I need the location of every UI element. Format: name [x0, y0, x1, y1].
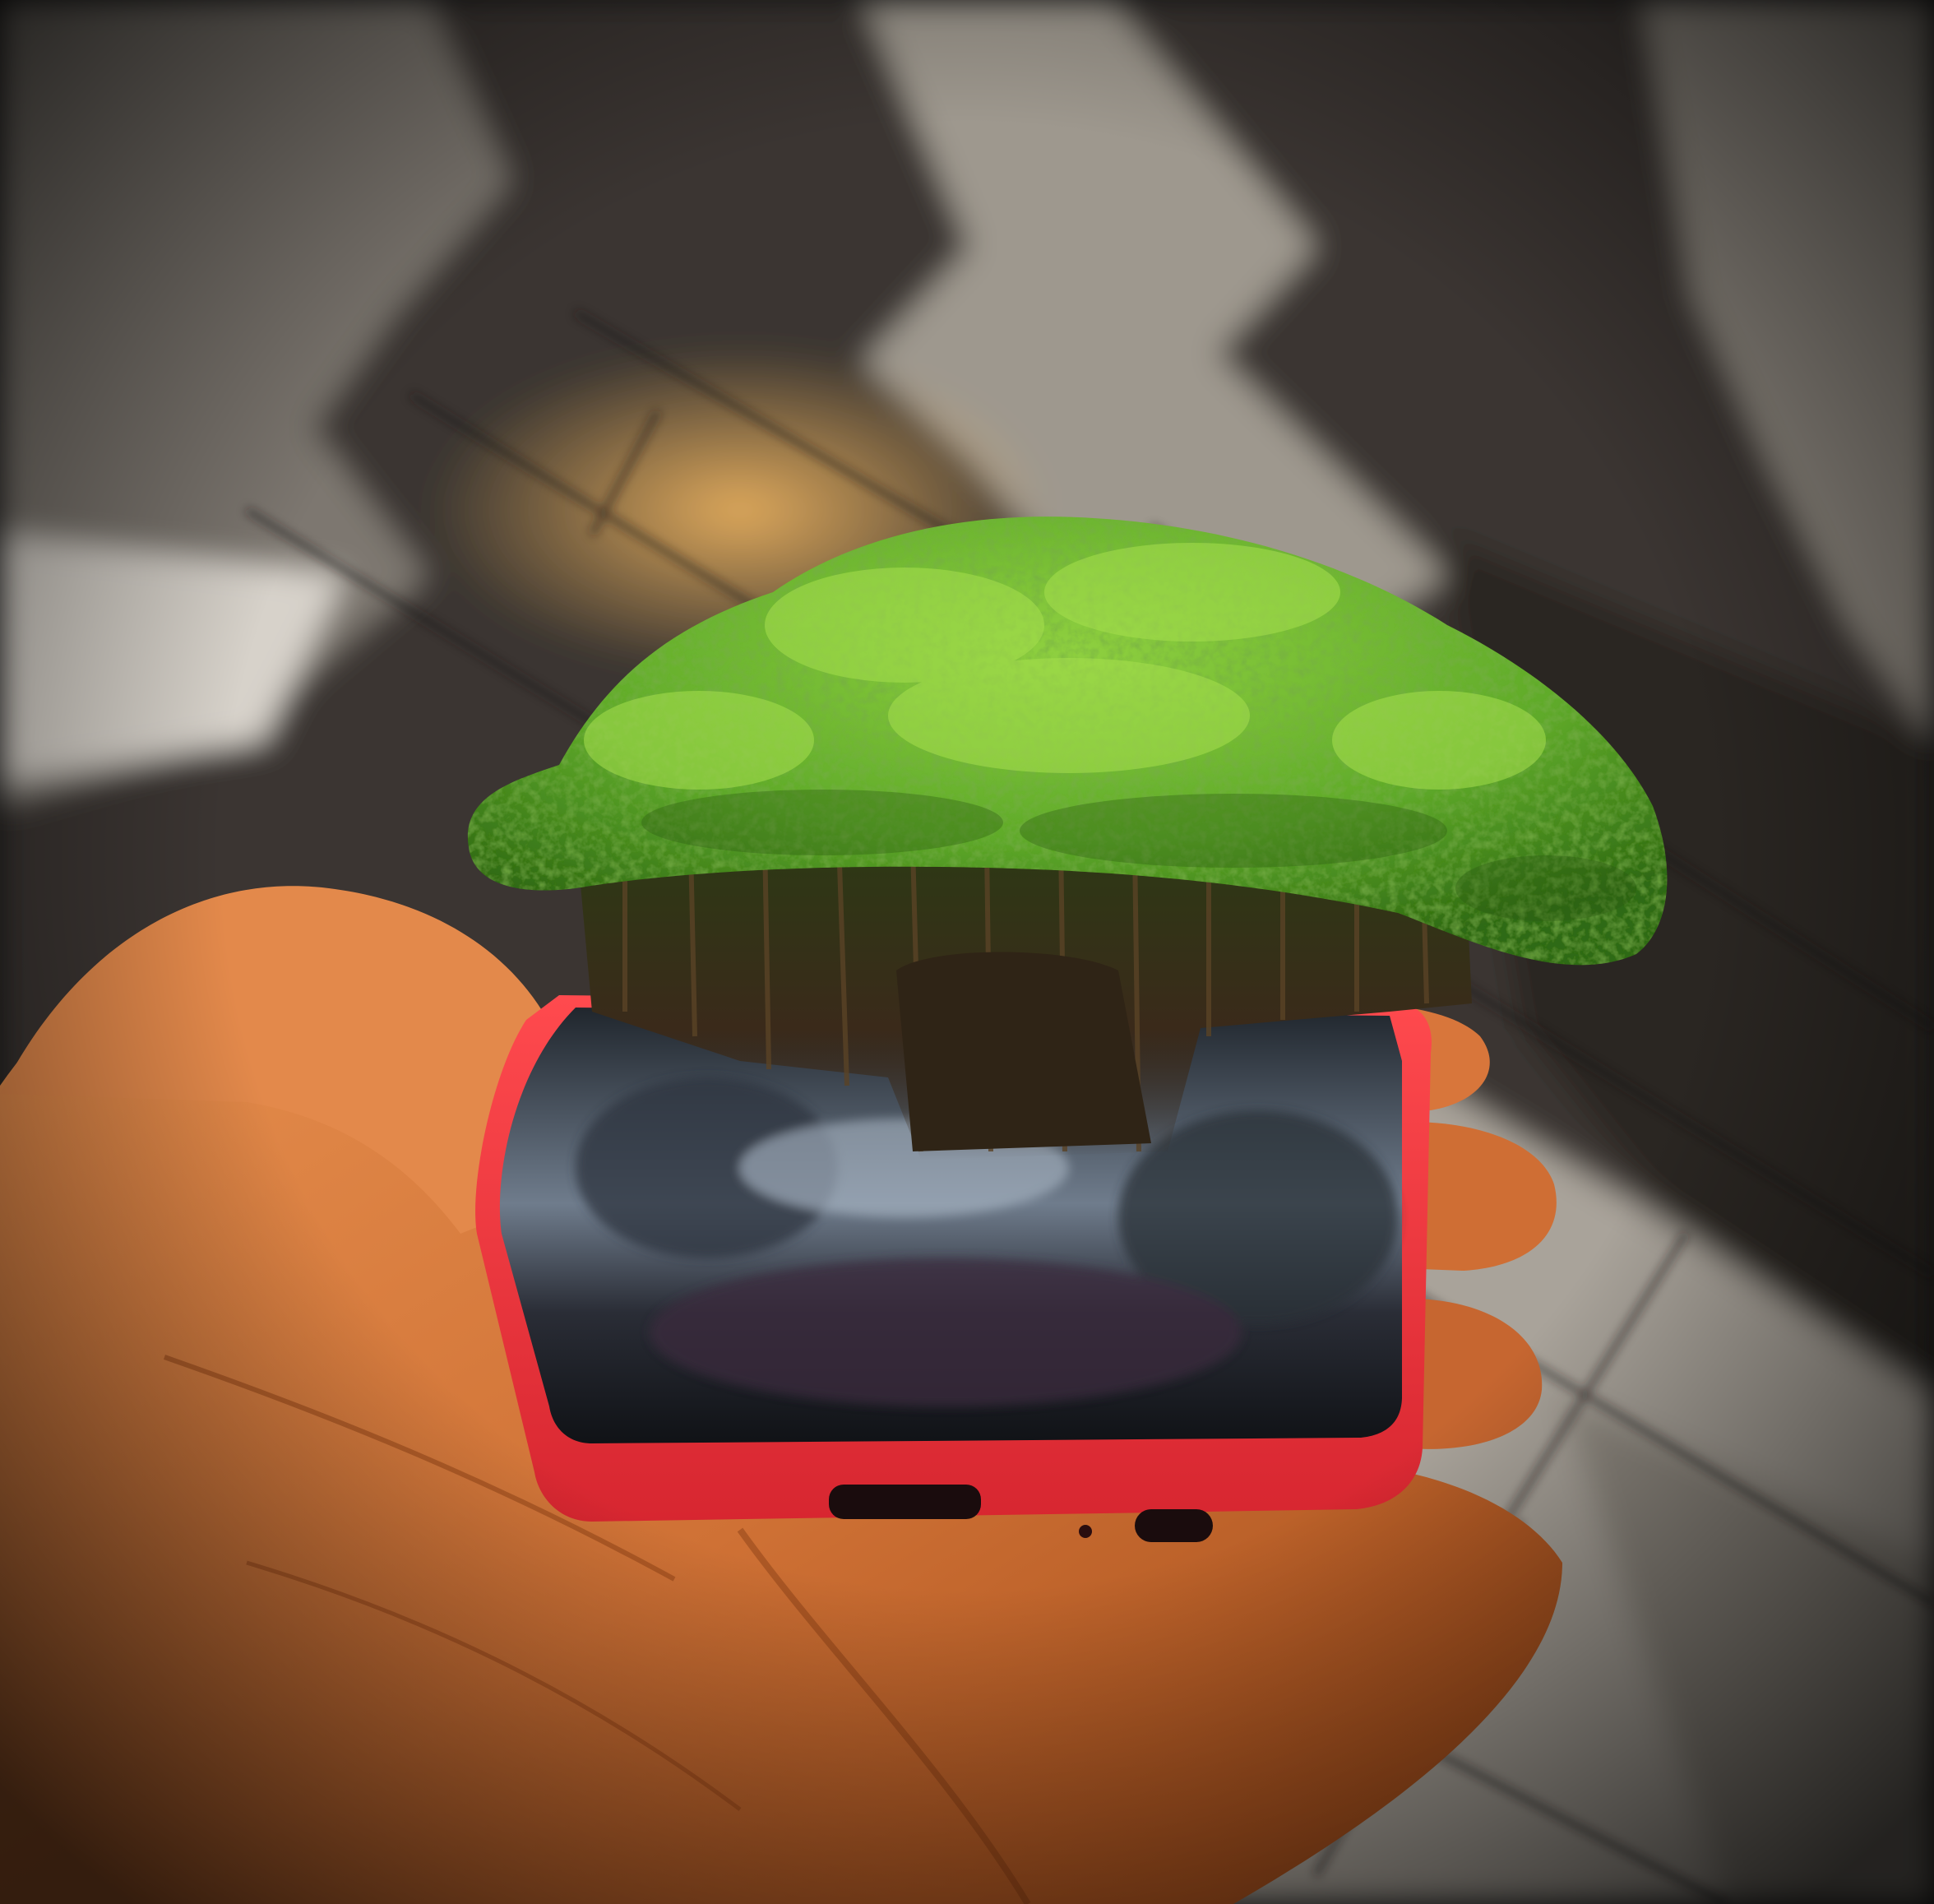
photo-scene — [0, 0, 1934, 1904]
vignette-overlay — [0, 0, 1934, 1904]
